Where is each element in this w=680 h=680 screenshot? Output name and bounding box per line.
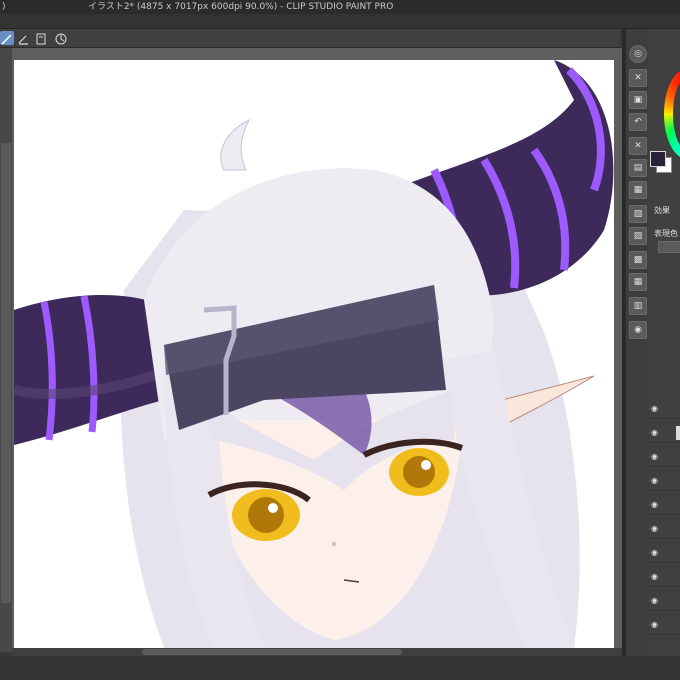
copy-icon[interactable]: ▧ xyxy=(629,205,647,223)
zoom-icon[interactable]: ◎ xyxy=(629,45,647,63)
scrollbar-thumb[interactable] xyxy=(142,649,402,655)
clear-icon[interactable]: ▤ xyxy=(629,159,647,177)
eye-icon[interactable]: ◉ xyxy=(651,596,658,605)
eye-icon[interactable]: ◉ xyxy=(651,428,658,437)
eye-icon[interactable]: ◉ xyxy=(651,620,658,629)
layer-row[interactable]: ◉ xyxy=(648,616,680,635)
eye-icon[interactable]: ◉ xyxy=(651,572,658,581)
eye-icon[interactable]: ◉ xyxy=(651,524,658,533)
effect-section-label: 効果 xyxy=(654,206,670,215)
eye-icon[interactable]: ◉ xyxy=(651,404,658,413)
artboard[interactable] xyxy=(14,60,614,648)
canvas-area[interactable] xyxy=(12,48,622,648)
layer-row[interactable]: ◉ xyxy=(648,472,680,491)
cut-icon[interactable]: ▦ xyxy=(629,181,647,199)
color-wheel[interactable] xyxy=(664,69,680,159)
title-left-mark: ) xyxy=(2,2,6,12)
layer-row[interactable]: ◉ xyxy=(648,520,680,539)
layer-thumbnail xyxy=(676,426,680,440)
illustration xyxy=(14,60,614,648)
pen-icon[interactable] xyxy=(0,31,14,45)
eye-icon[interactable]: ◉ xyxy=(651,452,658,461)
display-color-dropdown[interactable] xyxy=(658,241,680,253)
camera-icon[interactable]: ◉ xyxy=(629,321,647,339)
eye-icon[interactable]: ◉ xyxy=(651,548,658,557)
fill-icon[interactable]: ▥ xyxy=(629,297,647,315)
redo-icon[interactable]: ✕ xyxy=(629,137,647,155)
layer-row[interactable]: ◉ xyxy=(648,424,680,443)
display-color-section-label: 表現色 xyxy=(654,229,678,238)
tool-toolbar xyxy=(0,29,620,48)
menu-bar xyxy=(0,14,680,29)
layer-row[interactable]: ◉ xyxy=(648,448,680,467)
horizontal-scrollbar[interactable] xyxy=(12,648,622,656)
eye-icon[interactable]: ◉ xyxy=(651,500,658,509)
close-x-icon[interactable]: ✕ xyxy=(629,69,647,87)
eye-icon[interactable]: ◉ xyxy=(651,476,658,485)
page-icon[interactable] xyxy=(34,31,48,45)
save-icon[interactable]: ▣ xyxy=(629,91,647,109)
layer-row[interactable]: ◉ xyxy=(648,400,680,419)
layer-row[interactable]: ◉ xyxy=(648,592,680,611)
right-panel: 効果 表現色 ◉ ◉ ◉ ◉ ◉ ◉ ◉ ◉ ◉ ◉ xyxy=(648,29,680,656)
left-panel-strip xyxy=(1,143,11,603)
title-bar: ) イラスト2* (4875 x 7017px 600dpi 90.0%) - … xyxy=(0,0,680,14)
undo-icon[interactable]: ↶ xyxy=(629,113,647,131)
rotate-icon[interactable] xyxy=(54,31,68,45)
layer-row[interactable]: ◉ xyxy=(648,568,680,587)
layer-row[interactable]: ◉ xyxy=(648,496,680,515)
status-bar xyxy=(0,656,680,680)
window-title: イラスト2* (4875 x 7017px 600dpi 90.0%) - CL… xyxy=(88,2,394,12)
command-bar: ◎ ✕ ▣ ↶ ✕ ▤ ▦ ▧ ▨ ▩ ▦ ▥ ◉ xyxy=(626,29,648,656)
transform-icon[interactable]: ▩ xyxy=(629,251,647,269)
paste-icon[interactable]: ▨ xyxy=(629,227,647,245)
brush-icon[interactable] xyxy=(16,31,30,45)
layer-row[interactable]: ◉ xyxy=(648,544,680,563)
main-color-swatch[interactable] xyxy=(650,151,666,167)
grid-icon[interactable]: ▦ xyxy=(629,273,647,291)
